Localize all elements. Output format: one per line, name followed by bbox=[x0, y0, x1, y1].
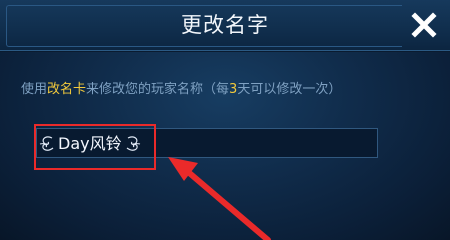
close-icon bbox=[411, 12, 437, 38]
instruction-part2: 来修改您的玩家名称（每 bbox=[86, 82, 230, 97]
swirl-ornament-icon bbox=[39, 136, 54, 151]
dialog-header: 更改名字 bbox=[0, 0, 450, 51]
player-name-text: Day风铃 bbox=[58, 134, 122, 153]
swirl-ornament-icon bbox=[126, 136, 140, 151]
rename-dialog: 更改名字 使用改名卡来修改您的玩家名称（每3天可以修改一次） Day风铃 bbox=[0, 0, 450, 240]
close-button[interactable] bbox=[405, 6, 443, 44]
player-name-value: Day风铃 bbox=[38, 134, 156, 154]
rename-card-label: 改名卡 bbox=[47, 82, 87, 97]
instruction-part1: 使用 bbox=[21, 82, 48, 97]
dialog-title: 更改名字 bbox=[181, 13, 269, 37]
instruction-text: 使用改名卡来修改您的玩家名称（每3天可以修改一次） bbox=[21, 81, 446, 99]
instruction-part3: 天可以修改一次） bbox=[237, 82, 342, 97]
